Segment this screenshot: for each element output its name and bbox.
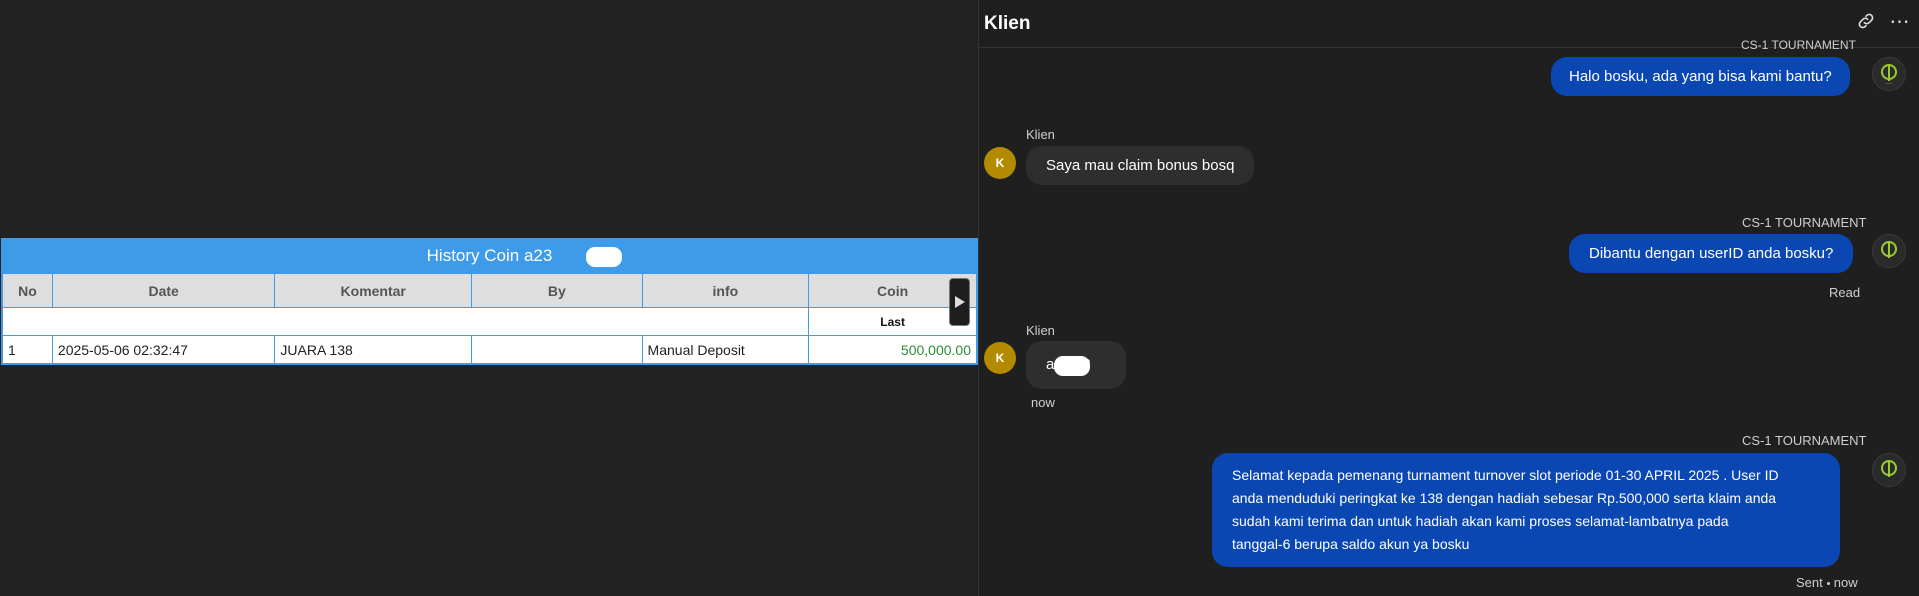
avatar: K (984, 342, 1016, 374)
svg-text:~~~: ~~~ (1885, 81, 1893, 86)
agent-avatar (1872, 453, 1906, 487)
cell-info: Manual Deposit (641, 335, 810, 364)
message-sender: CS-1 TOURNAMENT (1741, 38, 1856, 52)
last-row: Last (1, 307, 977, 336)
message-bubble-incoming: Saya mau claim bonus bosq (1026, 146, 1255, 185)
column-header-komentar: Komentar (274, 273, 473, 308)
message-status: Sent (1796, 575, 1823, 590)
message-text: Halo bosku, ada yang bisa kami bantu? (1569, 68, 1832, 85)
agent-avatar (1872, 234, 1906, 268)
message-time: now (1031, 395, 1055, 410)
column-header-no: No (2, 273, 53, 308)
message-list: CS-1 TOURNAMENT Halo bosku, ada yang bis… (979, 38, 1919, 596)
message-status: Read (1829, 285, 1861, 300)
message-meta: Sent now (1796, 575, 1858, 590)
redaction-mark (1054, 356, 1090, 376)
column-header-by: By (471, 273, 643, 308)
cell-by (471, 335, 643, 364)
agent-avatar: ~~~ (1872, 57, 1906, 91)
table-row[interactable]: 1 2025-05-06 02:32:47 JUARA 138 Manual D… (2, 335, 977, 364)
message-bubble-outgoing: Dibantu dengan userID anda bosku? (1569, 234, 1854, 273)
history-title-suffix: 23 (533, 246, 553, 265)
play-arrow-icon (954, 296, 965, 308)
message-sender: CS-1 TOURNAMENT (1742, 433, 1867, 448)
message-text: Saya mau claim bonus bosq (1046, 157, 1235, 174)
cell-komentar: JUARA 138 (274, 335, 473, 364)
cell-coin: 500,000.00 (808, 335, 977, 364)
chat-pane: Klien ⋯ CS-1 TOURNAMENT Halo bosku, ada … (978, 0, 1919, 596)
message-bubble-incoming: a3 (1026, 341, 1126, 389)
message-sender: CS-1 TOURNAMENT (1742, 215, 1867, 230)
message-line: sudah kami terima dan untuk hadiah akan … (1232, 513, 1729, 529)
history-title-prefix: History Coin a (426, 246, 534, 265)
agent-logo-icon: ~~~ (1881, 64, 1897, 86)
message-line: anda menduduki peringkat ke 138 dengan h… (1232, 490, 1777, 506)
agent-logo-icon (1881, 241, 1897, 258)
last-row-spacer (1, 307, 810, 336)
message-bubble-outgoing: Selamat kepada pemenang turnament turnov… (1212, 453, 1840, 567)
message-line: tanggal-6 berupa saldo akun ya bosku (1232, 536, 1470, 552)
expand-panel-button[interactable] (949, 278, 970, 326)
chat-title: Klien (984, 12, 1031, 34)
table-header-row: No Date Komentar By info Coin (2, 273, 977, 308)
cell-no: 1 (2, 335, 53, 364)
column-header-date: Date (51, 273, 276, 308)
history-table: No Date Komentar By info Coin Last 1 202… (1, 273, 977, 364)
message-bubble-outgoing: Halo bosku, ada yang bisa kami bantu? (1551, 57, 1850, 96)
history-pane: History Coin a 23 No Date Komentar By inf… (0, 0, 978, 596)
column-header-info: info (641, 273, 810, 308)
message-sender: Klien (1026, 323, 1055, 338)
redaction-mark (586, 247, 622, 267)
avatar: K (984, 147, 1016, 179)
agent-logo-icon (1881, 460, 1897, 477)
more-options-icon[interactable]: ⋯ (1889, 10, 1911, 33)
message-line: Selamat kepada pemenang turnament turnov… (1232, 467, 1779, 483)
message-sender: Klien (1026, 127, 1055, 142)
history-coin-table: History Coin a 23 No Date Komentar By inf… (1, 238, 978, 365)
message-time: now (1833, 575, 1858, 590)
message-text: Dibantu dengan userID anda bosku? (1589, 245, 1834, 262)
cell-date: 2025-05-06 02:32:47 (51, 335, 276, 364)
link-icon[interactable] (1855, 10, 1877, 32)
history-title: History Coin a 23 (2, 239, 977, 273)
